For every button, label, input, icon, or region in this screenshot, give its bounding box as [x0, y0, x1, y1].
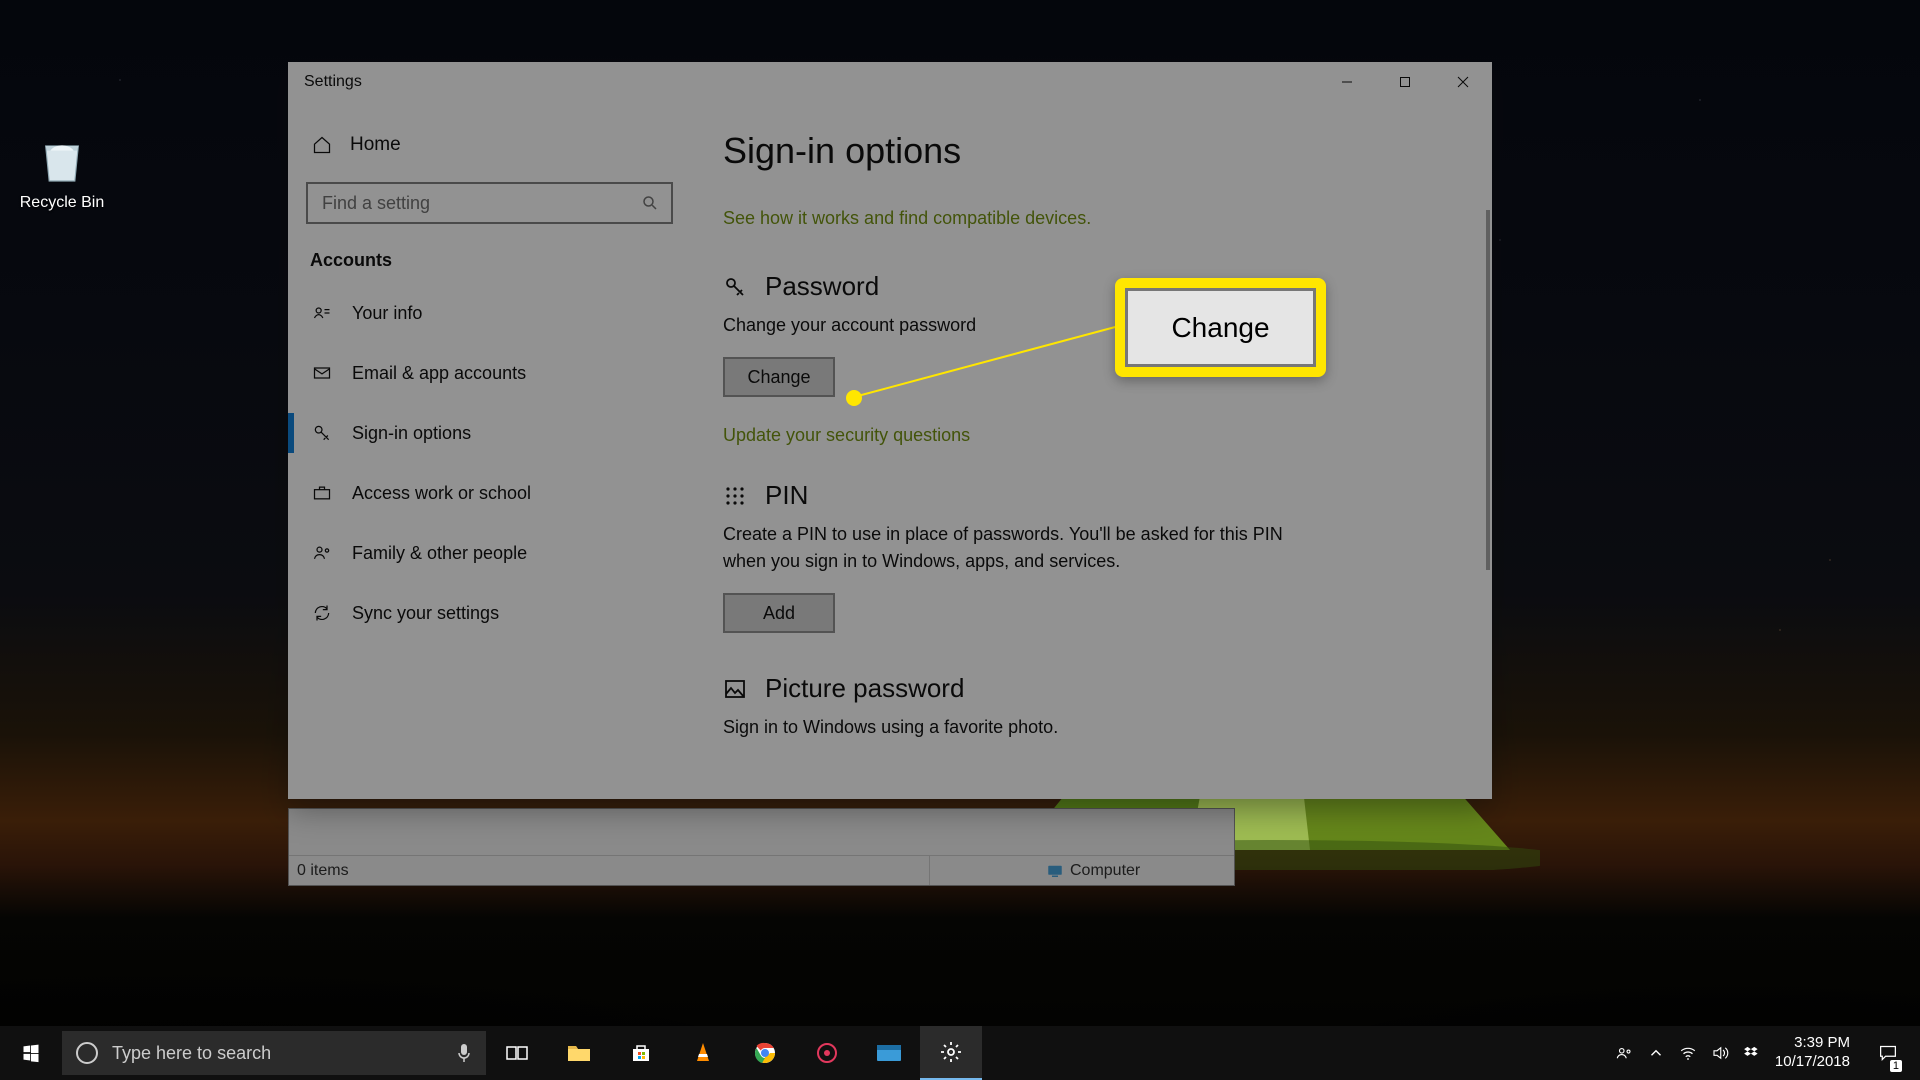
key-icon — [723, 275, 747, 299]
chrome-taskbar[interactable] — [734, 1026, 796, 1080]
picture-icon — [723, 677, 747, 701]
recycle-bin-label: Recycle Bin — [12, 194, 112, 212]
password-title: Password — [765, 271, 879, 302]
nav-family[interactable]: Family & other people — [306, 523, 673, 583]
microphone-icon[interactable] — [456, 1043, 472, 1063]
scrollbar[interactable] — [1486, 210, 1490, 570]
sidebar: Home Accounts Your info Email & app acco… — [288, 102, 691, 799]
taskbar-search[interactable]: Type here to search — [62, 1031, 486, 1075]
settings-search-input[interactable] — [306, 182, 673, 224]
vlc-icon — [692, 1041, 714, 1065]
maximize-button[interactable] — [1376, 62, 1434, 102]
mail-icon — [312, 363, 332, 383]
recycle-bin-icon — [34, 132, 90, 188]
titlebar[interactable]: Settings — [288, 62, 1492, 102]
taskbar: Type here to search 3:39 PM 10/17/2018 — [0, 1026, 1920, 1080]
chevron-up-icon[interactable] — [1647, 1044, 1665, 1062]
dropbox-icon[interactable] — [1743, 1044, 1761, 1062]
settings-taskbar[interactable] — [920, 1026, 982, 1080]
home-label: Home — [350, 134, 401, 156]
volume-icon[interactable] — [1711, 1044, 1729, 1062]
keypad-icon — [723, 484, 747, 508]
settings-window: Settings Home Accounts Your info — [288, 62, 1492, 799]
home-icon — [312, 135, 332, 155]
cortana-icon — [76, 1042, 98, 1064]
action-center-button[interactable]: 1 — [1864, 1026, 1912, 1080]
store-taskbar[interactable] — [610, 1026, 672, 1080]
people-icon — [312, 543, 332, 563]
annotation-label: Change — [1125, 288, 1316, 367]
file-explorer-taskbar[interactable] — [548, 1026, 610, 1080]
close-button[interactable] — [1434, 62, 1492, 102]
sidebar-category: Accounts — [310, 250, 673, 271]
task-view-button[interactable] — [486, 1026, 548, 1080]
clock-time: 3:39 PM — [1775, 1034, 1850, 1053]
person-card-icon — [312, 303, 332, 323]
explorer-statusbar: 0 items Computer — [289, 855, 1234, 885]
change-password-button[interactable]: Change — [723, 357, 835, 397]
page-title: Sign-in options — [723, 130, 1452, 172]
people-tray-icon[interactable] — [1615, 1044, 1633, 1062]
clock-date: 10/17/2018 — [1775, 1053, 1850, 1072]
vlc-taskbar[interactable] — [672, 1026, 734, 1080]
windows-icon — [21, 1043, 41, 1063]
search-icon — [641, 194, 659, 212]
nav-signin-options[interactable]: Sign-in options — [306, 403, 673, 463]
security-questions-link[interactable]: Update your security questions — [723, 425, 1452, 446]
gear-icon — [939, 1040, 963, 1064]
app-taskbar-2[interactable] — [858, 1026, 920, 1080]
key-icon — [312, 423, 332, 443]
sync-icon — [312, 603, 332, 623]
main-content: Sign-in options See how it works and fin… — [691, 102, 1492, 799]
explorer-item-count: 0 items — [289, 862, 929, 880]
computer-icon — [1046, 862, 1064, 880]
chrome-icon — [753, 1041, 777, 1065]
task-view-icon — [506, 1044, 528, 1062]
picture-password-section: Picture password Sign in to Windows usin… — [723, 673, 1452, 741]
nav-your-info[interactable]: Your info — [306, 283, 673, 343]
folder-icon — [566, 1042, 592, 1064]
explorer-location: Computer — [1070, 862, 1140, 880]
pin-desc: Create a PIN to use in place of password… — [723, 521, 1283, 575]
minimize-button[interactable] — [1318, 62, 1376, 102]
pin-title: PIN — [765, 480, 808, 511]
annotation-dot — [846, 390, 862, 406]
picture-desc: Sign in to Windows using a favorite phot… — [723, 714, 1283, 741]
notification-badge: 1 — [1890, 1060, 1902, 1072]
pin-section: PIN Create a PIN to use in place of pass… — [723, 480, 1452, 633]
store-icon — [629, 1041, 653, 1065]
password-section: Password Change your account password Ch… — [723, 271, 1452, 446]
gear-red-icon — [815, 1041, 839, 1065]
file-explorer-window[interactable]: 0 items Computer — [288, 808, 1235, 886]
system-tray: 3:39 PM 10/17/2018 1 — [1615, 1026, 1920, 1080]
window-title: Settings — [304, 73, 362, 91]
nav-sync[interactable]: Sync your settings — [306, 583, 673, 643]
add-pin-button[interactable]: Add — [723, 593, 835, 633]
home-link[interactable]: Home — [306, 122, 673, 168]
annotation-callout: Change — [1115, 278, 1326, 377]
wifi-icon[interactable] — [1679, 1044, 1697, 1062]
app-taskbar-1[interactable] — [796, 1026, 858, 1080]
card-icon — [876, 1043, 902, 1063]
taskbar-search-placeholder: Type here to search — [112, 1043, 271, 1064]
recycle-bin-desktop-icon[interactable]: Recycle Bin — [12, 132, 112, 212]
nav-access-work[interactable]: Access work or school — [306, 463, 673, 523]
start-button[interactable] — [0, 1026, 62, 1080]
picture-title: Picture password — [765, 673, 964, 704]
taskbar-clock[interactable]: 3:39 PM 10/17/2018 — [1775, 1034, 1850, 1072]
compatible-devices-link[interactable]: See how it works and find compatible dev… — [723, 208, 1091, 228]
briefcase-icon — [312, 483, 332, 503]
nav-email-accounts[interactable]: Email & app accounts — [306, 343, 673, 403]
